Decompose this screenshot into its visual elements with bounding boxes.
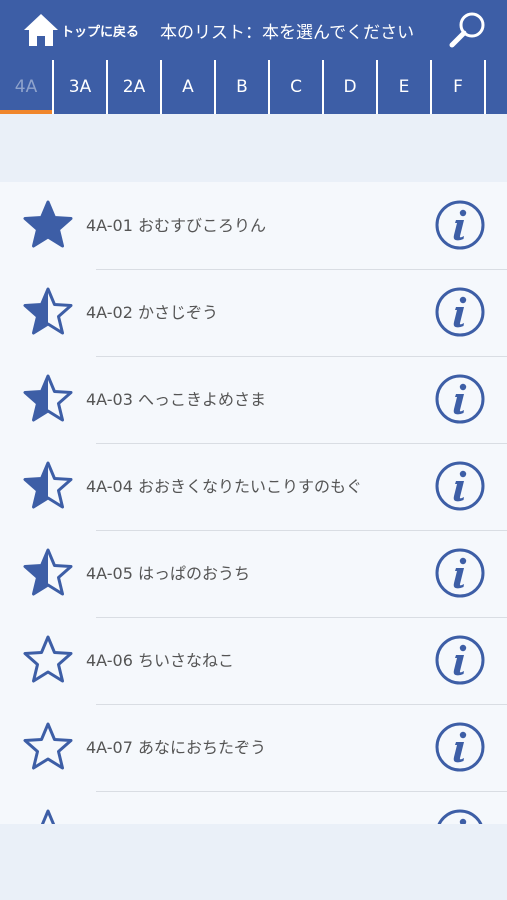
tab-f[interactable]: F xyxy=(432,60,486,114)
tab-b[interactable]: B xyxy=(216,60,270,114)
list-item[interactable]: 4A-03 へっこきよめさま xyxy=(0,356,507,444)
star-half-icon[interactable] xyxy=(22,460,74,510)
star-half-icon[interactable] xyxy=(22,373,74,423)
star-full-icon[interactable] xyxy=(22,199,74,249)
tab-a[interactable]: A xyxy=(162,60,216,114)
book-title: 4A-06 ちいさなねこ xyxy=(86,650,234,670)
info-icon[interactable] xyxy=(434,373,486,425)
search-button[interactable] xyxy=(447,10,489,50)
search-icon xyxy=(449,12,485,48)
book-title: 4A-03 へっこきよめさま xyxy=(86,389,266,409)
tab-d[interactable]: D xyxy=(324,60,378,114)
book-title: 4A-04 おおきくなりたいこりすのもぐ xyxy=(86,476,362,496)
star-empty-icon[interactable] xyxy=(22,808,74,824)
tab-3a[interactable]: 3A xyxy=(54,60,108,114)
app-header: トップに戻る 本のリスト：本を選んでください xyxy=(0,0,507,60)
book-title xyxy=(86,791,376,824)
bottom-area xyxy=(0,824,507,900)
book-title: 4A-02 かさじぞう xyxy=(86,302,218,322)
info-icon[interactable] xyxy=(434,199,486,251)
book-title: 4A-05 はっぱのおうち xyxy=(86,563,250,583)
page-title: 本のリスト：本を選んでください xyxy=(160,23,415,43)
list-item[interactable]: 4A-01 おむすびころりん xyxy=(0,182,507,270)
category-tabs: 4A 3A 2A A B C D E F xyxy=(0,60,507,114)
home-label: トップに戻る xyxy=(61,24,140,40)
list-top-spacer xyxy=(0,114,507,182)
tab-4a[interactable]: 4A xyxy=(0,60,54,114)
info-icon[interactable] xyxy=(434,547,486,599)
list-item[interactable]: 4A-05 はっぱのおうち xyxy=(0,530,507,618)
tab-e[interactable]: E xyxy=(378,60,432,114)
home-button[interactable]: トップに戻る xyxy=(22,10,139,50)
book-title: 4A-01 おむすびころりん xyxy=(86,215,266,235)
home-icon xyxy=(24,14,58,46)
book-title: 4A-07 あなにおちたぞう xyxy=(86,737,266,757)
star-empty-icon[interactable] xyxy=(22,634,74,684)
list-item[interactable]: 4A-04 おおきくなりたいこりすのもぐ xyxy=(0,443,507,531)
info-icon[interactable] xyxy=(434,286,486,338)
list-item[interactable]: 4A-06 ちいさなねこ xyxy=(0,617,507,705)
book-list: 4A-01 おむすびころりん 4A-02 かさじぞう 4A-03 へっこきよめさ… xyxy=(0,182,507,824)
info-icon[interactable] xyxy=(434,808,486,824)
star-half-icon[interactable] xyxy=(22,286,74,336)
star-half-icon[interactable] xyxy=(22,547,74,597)
list-item[interactable]: 4A-07 あなにおちたぞう xyxy=(0,704,507,792)
tab-c[interactable]: C xyxy=(270,60,324,114)
info-icon[interactable] xyxy=(434,634,486,686)
star-empty-icon[interactable] xyxy=(22,721,74,771)
tab-2a[interactable]: 2A xyxy=(108,60,162,114)
list-item[interactable]: 4A-02 かさじぞう xyxy=(0,269,507,357)
list-item[interactable] xyxy=(0,791,507,824)
info-icon[interactable] xyxy=(434,460,486,512)
info-icon[interactable] xyxy=(434,721,486,773)
